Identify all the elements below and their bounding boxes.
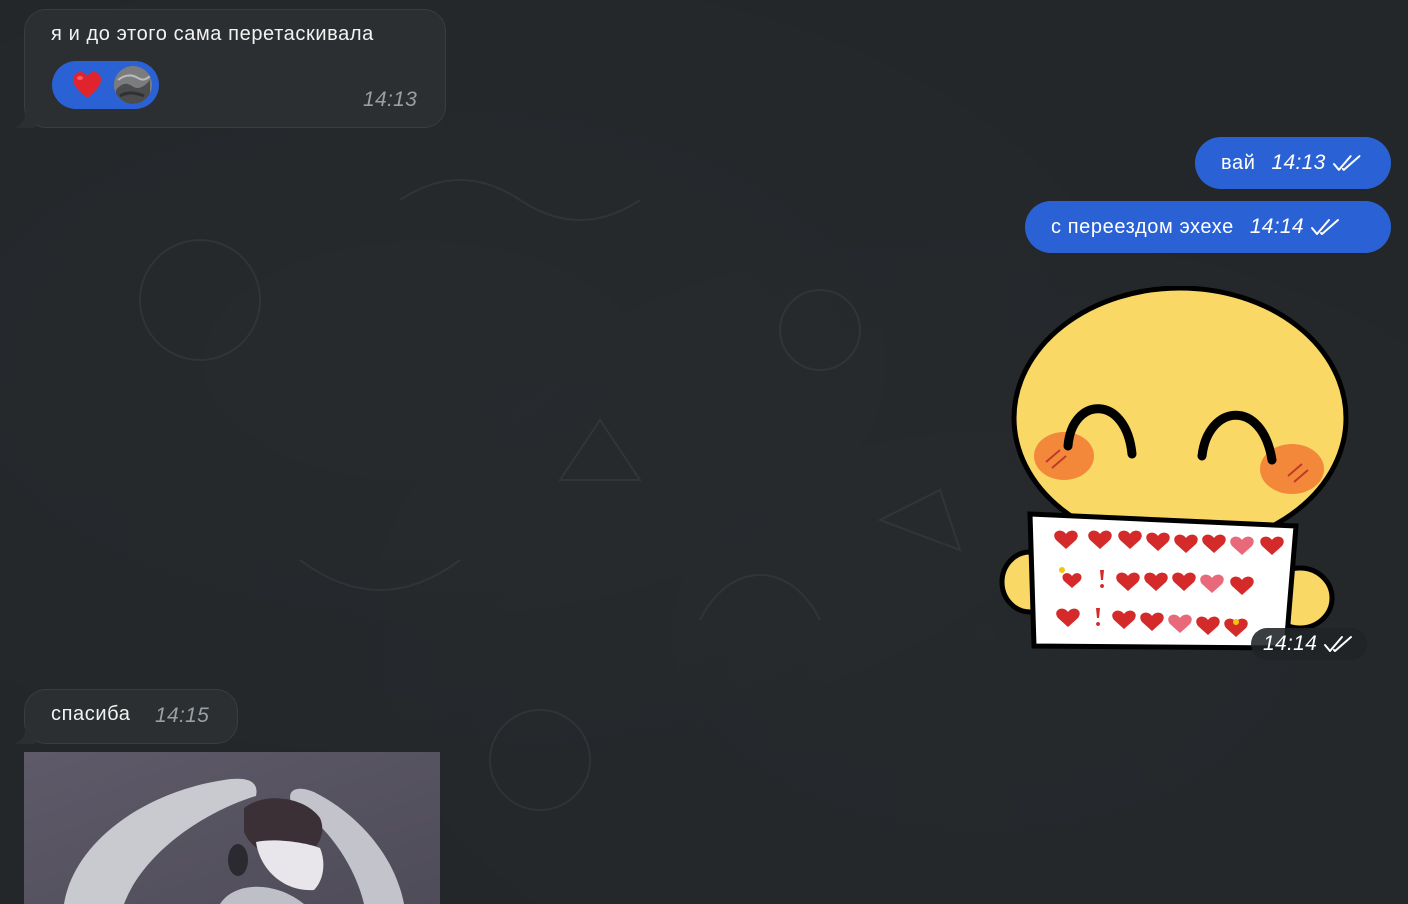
bubble-tail: [13, 110, 35, 128]
outgoing-message[interactable]: вай 14:13: [1195, 137, 1391, 189]
incoming-message[interactable]: спасиба 14:15: [13, 689, 238, 744]
double-check-icon: [1324, 636, 1353, 652]
message-text: спасиба: [51, 703, 131, 725]
incoming-message[interactable]: я и до этого сама перетаскивала 14:13: [13, 9, 446, 128]
heart-icon: [73, 72, 101, 98]
sticker-blushing-face-with-hearts[interactable]: [996, 286, 1362, 658]
double-check-icon: [1332, 155, 1361, 171]
avatar: [114, 66, 152, 104]
message-text: с переездом эхехе: [1051, 215, 1234, 238]
message-text: я и до этого сама перетаскивала: [51, 23, 374, 45]
message-time: 14:15: [155, 704, 210, 727]
reaction-pill[interactable]: [52, 61, 159, 109]
message-time: 14:14: [1249, 215, 1304, 238]
message-text: вай: [1221, 151, 1256, 174]
message-time: 14:13: [1271, 151, 1326, 174]
double-check-icon: [1310, 219, 1339, 235]
message-time: 14:13: [363, 88, 418, 111]
message-time: 14:14: [1263, 632, 1318, 655]
outgoing-message[interactable]: с переездом эхехе 14:14: [1025, 201, 1391, 253]
sticker-time-badge: 14:14: [1251, 628, 1368, 660]
chat-area: я и до этого сама перетаскивала 14:13 ва…: [0, 0, 1408, 904]
bubble-tail: [13, 726, 35, 744]
photo-attachment[interactable]: [24, 752, 440, 904]
